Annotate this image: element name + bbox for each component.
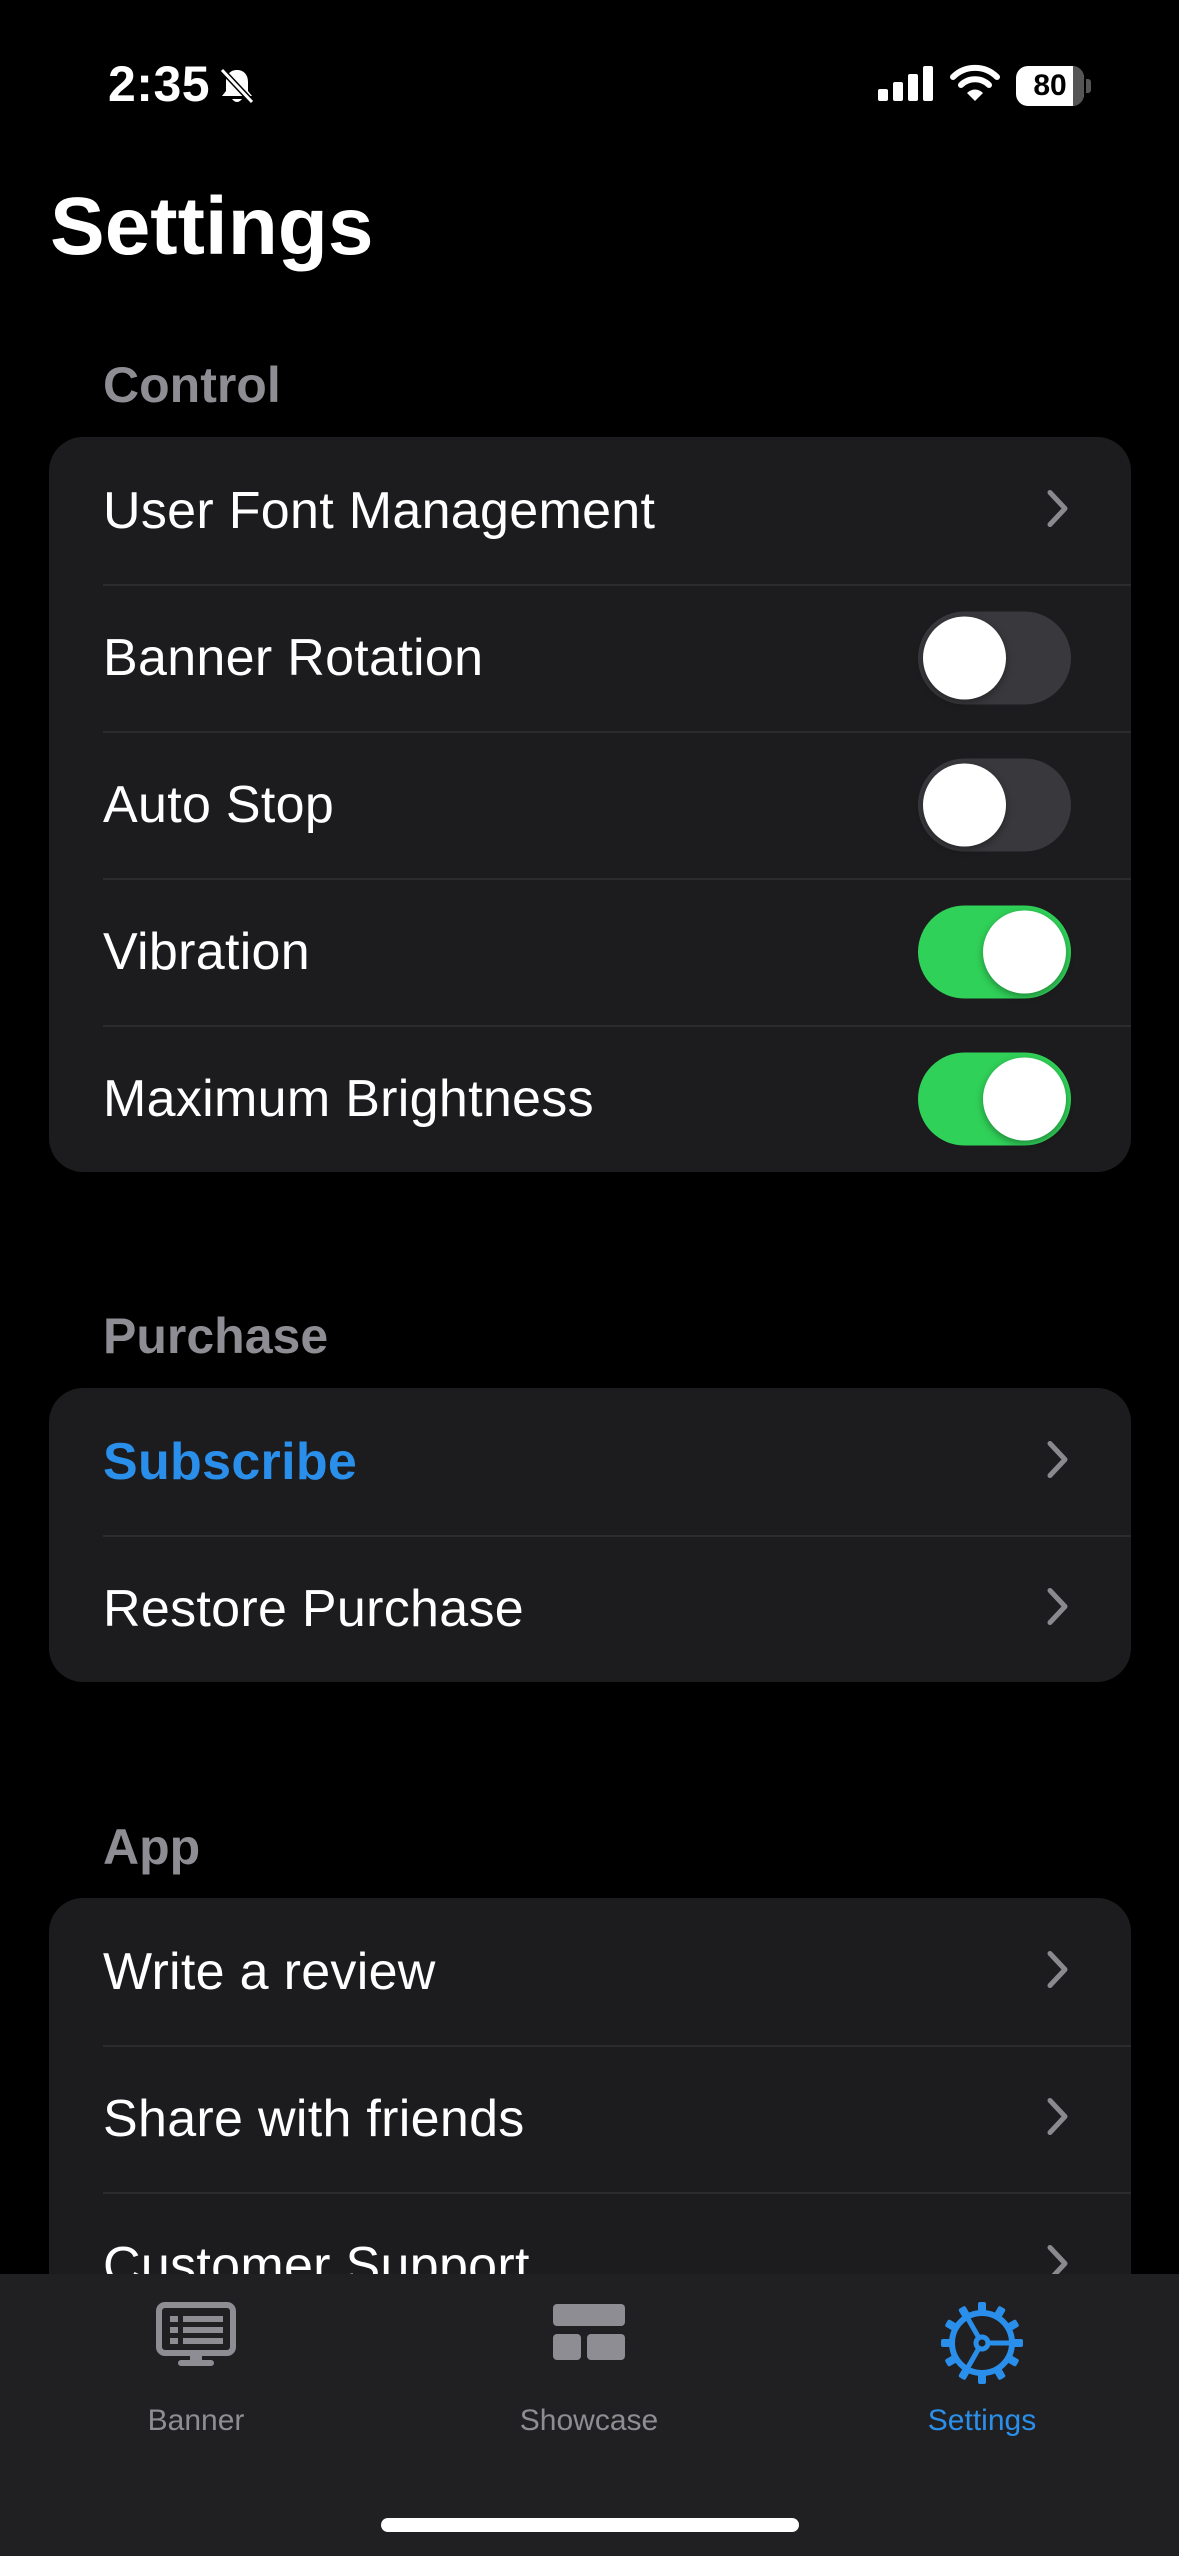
section-header-control: Control [103, 357, 281, 413]
app-group: Write a review Share with friends Custom… [49, 1898, 1131, 2339]
chevron-right-icon [1047, 1587, 1069, 1630]
cellular-signal-icon [878, 65, 934, 106]
auto-stop-toggle[interactable] [918, 758, 1071, 851]
row-label: Banner Rotation [103, 628, 484, 687]
chevron-right-icon [1047, 489, 1069, 532]
write-review-row[interactable]: Write a review [49, 1898, 1131, 2045]
battery-level: 80 [1033, 68, 1067, 102]
auto-stop-row: Auto Stop [49, 731, 1131, 878]
banner-rotation-toggle[interactable] [918, 611, 1071, 704]
control-group: User Font Management Banner Rotation Aut… [49, 437, 1131, 1172]
chevron-right-icon [1047, 1440, 1069, 1483]
status-bar: 2:35 80 [0, 0, 1179, 175]
row-label: Auto Stop [103, 775, 335, 834]
user-font-management-row[interactable]: User Font Management [49, 437, 1131, 584]
home-indicator [381, 2518, 799, 2532]
purchase-group: Subscribe Restore Purchase [49, 1388, 1131, 1682]
tab-label: Showcase [519, 2404, 659, 2437]
wifi-icon [950, 64, 1000, 107]
silent-mode-bell-icon [218, 66, 256, 111]
battery-icon: 80 [1016, 65, 1091, 106]
tab-label: Banner [147, 2404, 245, 2437]
toggle-knob [923, 616, 1006, 699]
maximum-brightness-row: Maximum Brightness [49, 1025, 1131, 1172]
chevron-right-icon [1047, 1950, 1069, 1993]
section-header-app: App [103, 1819, 201, 1875]
row-label: Restore Purchase [103, 1579, 525, 1638]
subscribe-label: Subscribe [103, 1432, 358, 1491]
vibration-toggle[interactable] [918, 905, 1071, 998]
vibration-row: Vibration [49, 878, 1131, 1025]
row-label: User Font Management [103, 481, 656, 540]
share-with-friends-row[interactable]: Share with friends [49, 2045, 1131, 2192]
subscribe-row[interactable]: Subscribe [49, 1388, 1131, 1535]
restore-purchase-row[interactable]: Restore Purchase [49, 1535, 1131, 1682]
row-label: Maximum Brightness [103, 1069, 594, 1128]
showcase-icon [553, 2302, 625, 2367]
tab-label: Settings [927, 2404, 1037, 2437]
row-label: Write a review [103, 1942, 436, 2001]
toggle-knob [923, 763, 1006, 846]
row-label: Vibration [103, 922, 310, 981]
row-label: Share with friends [103, 2089, 525, 2148]
settings-gear-icon [941, 2302, 1023, 2389]
toggle-knob [983, 1057, 1066, 1140]
maximum-brightness-toggle[interactable] [918, 1052, 1071, 1145]
banner-rotation-row: Banner Rotation [49, 584, 1131, 731]
toggle-knob [983, 910, 1066, 993]
tab-bar: Banner Showcase Settings [0, 2274, 1179, 2556]
chevron-right-icon [1047, 2097, 1069, 2140]
section-header-purchase: Purchase [103, 1308, 329, 1364]
page-title: Settings [50, 181, 374, 272]
status-time: 2:35 [108, 56, 211, 112]
banner-icon [156, 2302, 236, 2373]
